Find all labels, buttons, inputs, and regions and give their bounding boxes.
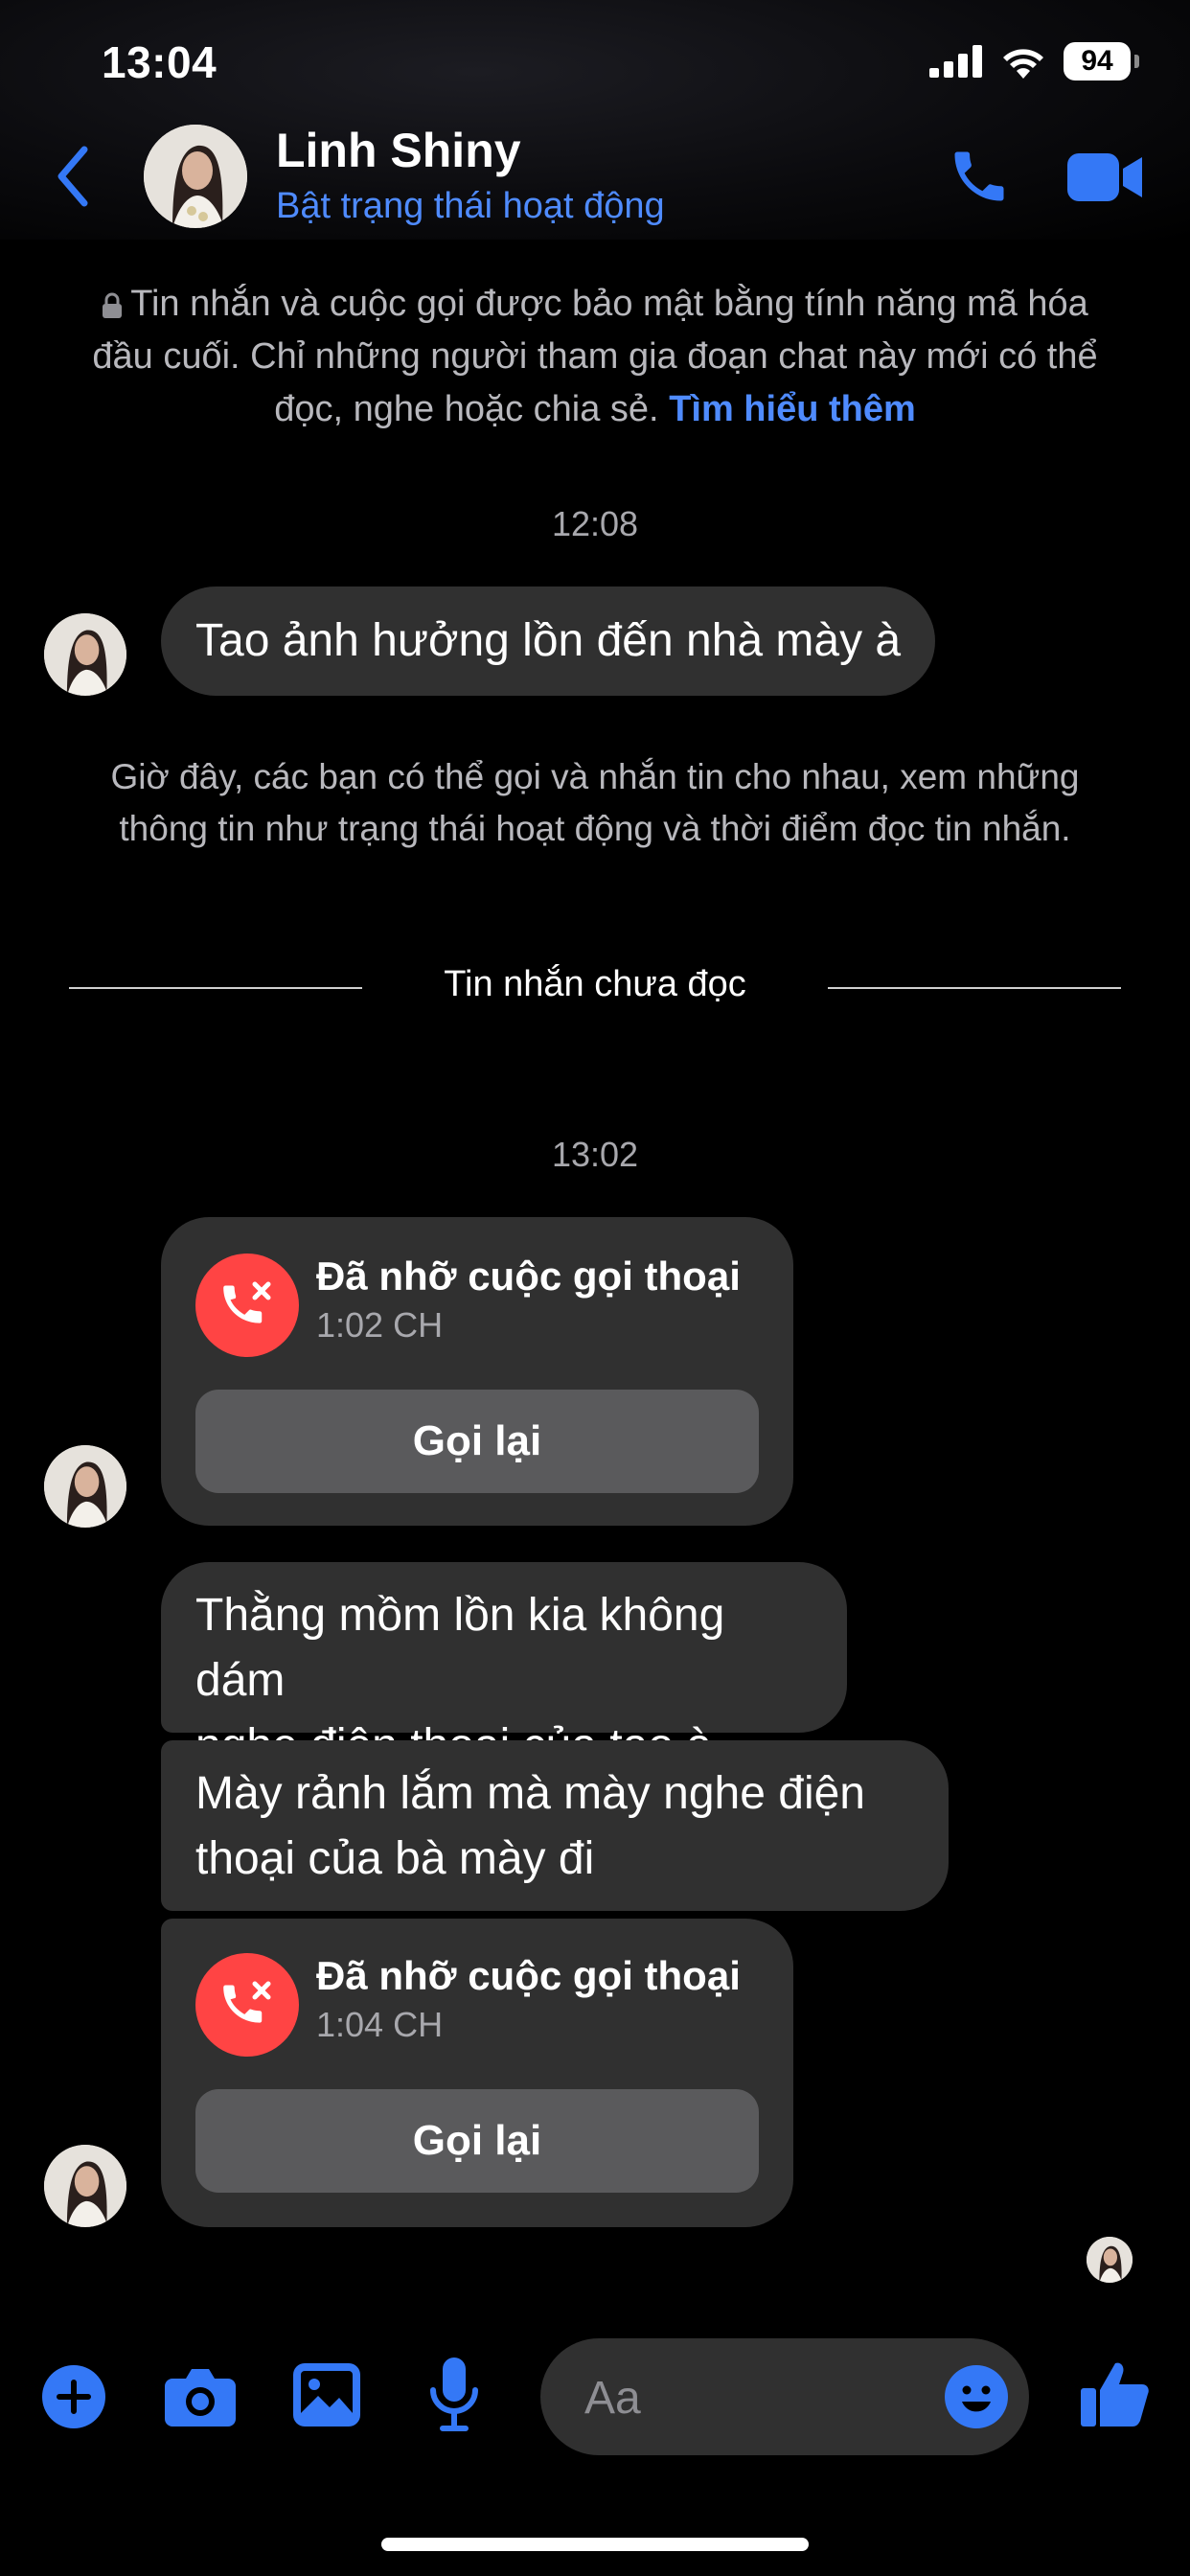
call-title: Đã nhỡ cuộc gọi thoại bbox=[316, 1953, 741, 1998]
missed-call-icon bbox=[195, 1953, 299, 2057]
photo-gallery-icon[interactable] bbox=[293, 2363, 360, 2426]
plus-icon[interactable] bbox=[42, 2365, 105, 2428]
message-text-line1: Mày rảnh lắm mà mày nghe điện bbox=[195, 1768, 865, 1819]
back-chevron-icon[interactable] bbox=[54, 146, 92, 207]
missed-call-icon bbox=[195, 1254, 299, 1357]
missed-call-card: Đã nhỡ cuộc gọi thoại 1:04 CH Gọi lại bbox=[161, 1919, 793, 2227]
missed-call-card: Đã nhỡ cuộc gọi thoại 1:02 CH Gọi lại bbox=[161, 1217, 793, 1526]
message-bubble[interactable]: Tao ảnh hưởng lồn đến nhà mày à bbox=[161, 586, 936, 696]
message-timestamp: 12:08 bbox=[551, 504, 639, 543]
call-title: Đã nhỡ cuộc gọi thoại bbox=[316, 1254, 741, 1299]
message-bubble[interactable]: Mày rảnh lắm mà mày nghe điện thoại của … bbox=[161, 1740, 949, 1911]
info-text-line2: thông tin như trạng thái hoạt động và th… bbox=[119, 809, 1071, 848]
seen-indicator-avatar bbox=[1087, 2237, 1133, 2283]
status-time: 13:04 bbox=[102, 37, 217, 87]
message-input-placeholder: Aa bbox=[584, 2373, 641, 2424]
sender-avatar[interactable] bbox=[44, 1445, 126, 1528]
lock-icon bbox=[103, 292, 123, 318]
unread-divider-label: Tin nhắn chưa đọc bbox=[444, 964, 746, 1004]
divider-line-right bbox=[828, 987, 1121, 989]
wifi-icon bbox=[1003, 49, 1043, 79]
sender-avatar[interactable] bbox=[44, 2145, 126, 2227]
emoji-icon[interactable] bbox=[945, 2365, 1008, 2428]
encryption-notice-line1: Tin nhắn và cuộc gọi được bảo mật bằng t… bbox=[130, 284, 1088, 324]
microphone-icon[interactable] bbox=[429, 2358, 479, 2434]
message-text-line2: thoại của bà mày đi bbox=[195, 1833, 595, 1884]
info-text: Giờ đây, các bạn có thể gọi và nhắn tin … bbox=[38, 751, 1152, 855]
learn-more-link[interactable]: Tìm hiểu thêm bbox=[669, 389, 916, 429]
camera-icon[interactable] bbox=[165, 2365, 236, 2426]
message-text: Tao ảnh hưởng lồn đến nhà mày à bbox=[195, 615, 902, 666]
call-back-button[interactable]: Gọi lại bbox=[195, 1390, 759, 1493]
call-time: 1:04 CH bbox=[316, 2005, 444, 2044]
encryption-notice: Tin nhắn và cuộc gọi được bảo mật bằng t… bbox=[48, 278, 1142, 436]
signal-icon bbox=[929, 45, 982, 78]
sender-avatar[interactable] bbox=[44, 613, 126, 696]
contact-name[interactable]: Linh Shiny bbox=[276, 123, 521, 178]
call-time: 1:02 CH bbox=[316, 1305, 444, 1345]
thumbs-up-icon[interactable] bbox=[1081, 2359, 1150, 2428]
info-text-line1: Giờ đây, các bạn có thể gọi và nhắn tin … bbox=[110, 757, 1080, 796]
home-indicator bbox=[381, 2538, 809, 2551]
battery-indicator: 94 bbox=[1064, 42, 1139, 80]
video-call-icon[interactable] bbox=[1067, 151, 1144, 203]
encryption-notice-line2: đầu cuối. Chỉ những người tham gia đoạn … bbox=[92, 336, 1098, 377]
message-bubble[interactable]: Thằng mồm lồn kia không dám nghe điện th… bbox=[161, 1562, 847, 1771]
message-timestamp: 13:02 bbox=[551, 1135, 639, 1174]
call-back-button[interactable]: Gọi lại bbox=[195, 2089, 759, 2193]
status-indicators: 94 bbox=[929, 42, 1139, 80]
encryption-notice-line3: đọc, nghe hoặc chia sẻ. bbox=[274, 389, 659, 429]
phone-call-icon[interactable] bbox=[947, 144, 1012, 209]
contact-avatar[interactable] bbox=[144, 125, 247, 228]
contact-status[interactable]: Bật trạng thái hoạt động bbox=[276, 186, 665, 227]
message-text-line1: Thằng mồm lồn kia không dám bbox=[195, 1590, 725, 1706]
